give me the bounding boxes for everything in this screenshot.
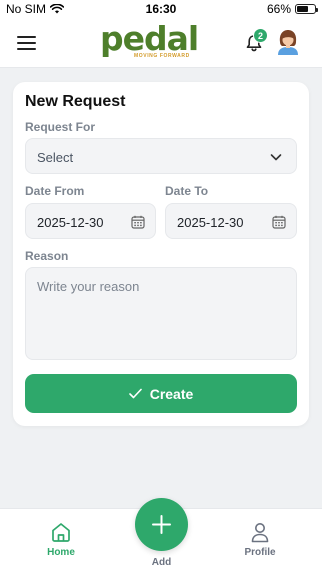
user-avatar[interactable] (275, 28, 301, 58)
date-to-field[interactable]: 2025-12-30 (165, 203, 297, 239)
nav-profile-label: Profile (244, 547, 276, 558)
battery-icon (295, 4, 318, 14)
person-icon (251, 523, 269, 543)
notification-badge: 2 (253, 28, 268, 43)
logo-wordmark: pedal (100, 19, 199, 58)
logo-tagline: MOVING FORWARD (134, 53, 190, 59)
battery-level (297, 6, 309, 12)
request-for-label: Request For (25, 120, 96, 134)
app-header: pedal MOVING FORWARD 2 (0, 18, 322, 68)
card-title: New Request (25, 93, 126, 110)
reason-placeholder: Write your reason (37, 279, 140, 294)
request-for-value: Select (37, 150, 74, 165)
request-for-select[interactable]: Select (25, 138, 297, 174)
create-button[interactable]: Create (25, 374, 297, 413)
date-to-value: 2025-12-30 (177, 215, 244, 230)
date-from-field[interactable]: 2025-12-30 (25, 203, 156, 239)
nav-add-label: Add (151, 557, 172, 568)
add-fab-button[interactable] (135, 498, 188, 551)
nav-home[interactable]: Home (31, 521, 91, 558)
date-to-label: Date To (165, 184, 209, 198)
calendar-icon (131, 215, 145, 229)
hamburger-menu-icon[interactable] (17, 36, 36, 50)
create-button-label: Create (149, 385, 194, 402)
chevron-down-icon (270, 154, 282, 161)
nav-home-label: Home (47, 547, 75, 558)
plus-icon (152, 515, 171, 534)
brand-logo: pedal MOVING FORWARD (100, 19, 199, 62)
date-from-value: 2025-12-30 (37, 215, 104, 230)
home-icon (52, 523, 70, 542)
checkmark-icon (128, 388, 142, 399)
screen: No SIM 16:30 66% pedal MOVING FORWARD 2 … (0, 0, 322, 572)
reason-textarea[interactable]: Write your reason (25, 267, 297, 360)
new-request-card: New Request Request For Select Date From… (13, 82, 309, 426)
status-right: 66% (266, 2, 318, 16)
status-bar: No SIM 16:30 66% (0, 0, 322, 18)
date-from-label: Date From (25, 184, 85, 198)
battery-percent: 66% (266, 2, 291, 16)
reason-label: Reason (25, 249, 69, 263)
nav-profile[interactable]: Profile (230, 521, 290, 558)
calendar-icon (272, 215, 286, 229)
